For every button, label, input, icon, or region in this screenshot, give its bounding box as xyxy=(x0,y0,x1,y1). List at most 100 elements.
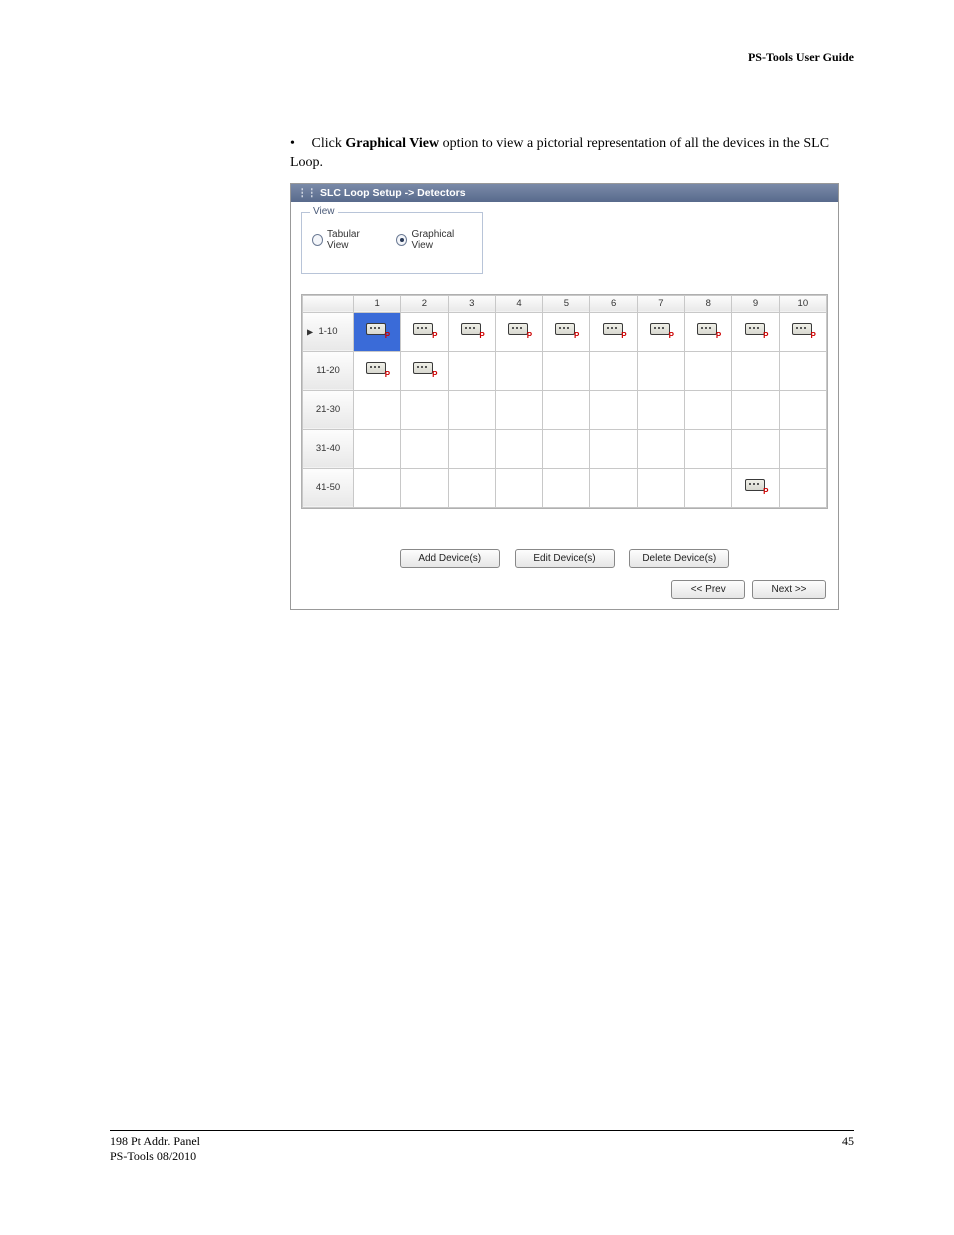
device-cell[interactable] xyxy=(590,390,637,429)
device-cell[interactable] xyxy=(685,468,732,507)
device-cell[interactable] xyxy=(732,351,779,390)
device-cell[interactable] xyxy=(354,390,401,429)
grid-col-header[interactable]: 2 xyxy=(401,295,448,312)
detector-icon: P xyxy=(508,322,530,338)
device-cell[interactable]: P xyxy=(354,351,401,390)
window-title: SLC Loop Setup -> Detectors xyxy=(320,187,466,199)
device-cell[interactable]: P xyxy=(354,312,401,351)
grid-col-header[interactable]: 4 xyxy=(495,295,542,312)
graphical-view-radio[interactable]: Graphical View xyxy=(396,229,472,251)
device-cell[interactable]: P xyxy=(685,312,732,351)
device-cell[interactable]: P xyxy=(448,312,495,351)
device-cell[interactable] xyxy=(448,390,495,429)
device-cell[interactable] xyxy=(685,351,732,390)
grid-row-header[interactable]: 11-20 xyxy=(303,351,354,390)
device-cell[interactable]: P xyxy=(732,312,779,351)
device-cell[interactable]: P xyxy=(495,312,542,351)
device-cell[interactable]: P xyxy=(590,312,637,351)
app-window: ⋮⋮ SLC Loop Setup -> Detectors View Tabu… xyxy=(290,183,839,610)
grid-row-header[interactable]: ▶1-10 xyxy=(303,312,354,351)
device-cell[interactable] xyxy=(590,351,637,390)
nav-button-row: << Prev Next >> xyxy=(291,580,838,609)
device-cell[interactable] xyxy=(637,429,684,468)
device-cell[interactable] xyxy=(732,390,779,429)
device-cell[interactable]: P xyxy=(401,351,448,390)
prev-button[interactable]: << Prev xyxy=(671,580,745,599)
page-header: PS-Tools User Guide xyxy=(110,50,854,65)
device-cell[interactable] xyxy=(685,429,732,468)
device-cell[interactable] xyxy=(685,390,732,429)
device-cell[interactable] xyxy=(448,429,495,468)
device-cell[interactable] xyxy=(401,429,448,468)
grid-col-header[interactable]: 5 xyxy=(543,295,590,312)
grid-row-header[interactable]: 41-50 xyxy=(303,468,354,507)
device-cell[interactable] xyxy=(732,429,779,468)
grip-icon: ⋮⋮ xyxy=(297,187,316,199)
device-cell[interactable] xyxy=(543,468,590,507)
device-cell[interactable] xyxy=(637,468,684,507)
view-groupbox: View Tabular View Graphical View xyxy=(301,212,483,274)
detector-icon: P xyxy=(792,322,814,338)
page-footer: 198 Pt Addr. Panel PS-Tools 08/2010 45 xyxy=(110,1130,854,1164)
grid-col-header[interactable]: 6 xyxy=(590,295,637,312)
device-cell[interactable] xyxy=(637,390,684,429)
detector-icon: P xyxy=(745,322,767,338)
detector-icon: P xyxy=(366,322,388,338)
device-cell[interactable] xyxy=(590,468,637,507)
grid-col-header[interactable]: 8 xyxy=(685,295,732,312)
delete-devices-button[interactable]: Delete Device(s) xyxy=(629,549,729,568)
tabular-view-radio[interactable]: Tabular View xyxy=(312,229,378,251)
detector-icon: P xyxy=(650,322,672,338)
device-cell[interactable] xyxy=(637,351,684,390)
detector-icon: P xyxy=(413,322,435,338)
tabular-view-label: Tabular View xyxy=(327,229,378,251)
device-grid: 12345678910▶1-10PPPPPPPPPP11-20PP21-3031… xyxy=(301,294,828,509)
detector-icon: P xyxy=(461,322,483,338)
device-cell[interactable] xyxy=(779,390,826,429)
device-cell[interactable] xyxy=(495,351,542,390)
device-cell[interactable] xyxy=(543,390,590,429)
device-cell[interactable] xyxy=(495,429,542,468)
device-cell[interactable] xyxy=(401,390,448,429)
device-cell[interactable] xyxy=(779,351,826,390)
next-button[interactable]: Next >> xyxy=(752,580,826,599)
edit-devices-button[interactable]: Edit Device(s) xyxy=(515,549,615,568)
add-devices-button[interactable]: Add Device(s) xyxy=(400,549,500,568)
page-number: 45 xyxy=(842,1134,854,1164)
detector-icon: P xyxy=(366,361,388,377)
device-cell[interactable] xyxy=(495,468,542,507)
device-cell[interactable]: P xyxy=(779,312,826,351)
grid-col-header[interactable]: 3 xyxy=(448,295,495,312)
device-cell[interactable] xyxy=(448,468,495,507)
device-cell[interactable] xyxy=(590,429,637,468)
footer-line2: PS-Tools 08/2010 xyxy=(110,1149,196,1163)
grid-row-header[interactable]: 31-40 xyxy=(303,429,354,468)
grid-col-header[interactable]: 1 xyxy=(354,295,401,312)
device-cell[interactable] xyxy=(448,351,495,390)
device-cell[interactable] xyxy=(779,468,826,507)
grid-corner xyxy=(303,295,354,312)
device-cell[interactable] xyxy=(354,468,401,507)
window-titlebar: ⋮⋮ SLC Loop Setup -> Detectors xyxy=(291,184,838,202)
action-button-row: Add Device(s) Edit Device(s) Delete Devi… xyxy=(291,549,838,568)
grid-col-header[interactable]: 7 xyxy=(637,295,684,312)
device-cell[interactable] xyxy=(543,351,590,390)
device-cell[interactable] xyxy=(354,429,401,468)
detector-icon: P xyxy=(603,322,625,338)
grid-row-header[interactable]: 21-30 xyxy=(303,390,354,429)
device-cell[interactable] xyxy=(495,390,542,429)
radio-icon xyxy=(396,234,407,246)
view-legend: View xyxy=(310,206,338,217)
device-cell[interactable] xyxy=(401,468,448,507)
device-cell[interactable]: P xyxy=(401,312,448,351)
device-cell[interactable]: P xyxy=(732,468,779,507)
grid-col-header[interactable]: 9 xyxy=(732,295,779,312)
device-cell[interactable] xyxy=(779,429,826,468)
detector-icon: P xyxy=(413,361,435,377)
row-selector-arrow-icon: ▶ xyxy=(307,327,313,336)
device-cell[interactable]: P xyxy=(637,312,684,351)
device-cell[interactable] xyxy=(543,429,590,468)
footer-line1: 198 Pt Addr. Panel xyxy=(110,1134,200,1148)
device-cell[interactable]: P xyxy=(543,312,590,351)
grid-col-header[interactable]: 10 xyxy=(779,295,826,312)
